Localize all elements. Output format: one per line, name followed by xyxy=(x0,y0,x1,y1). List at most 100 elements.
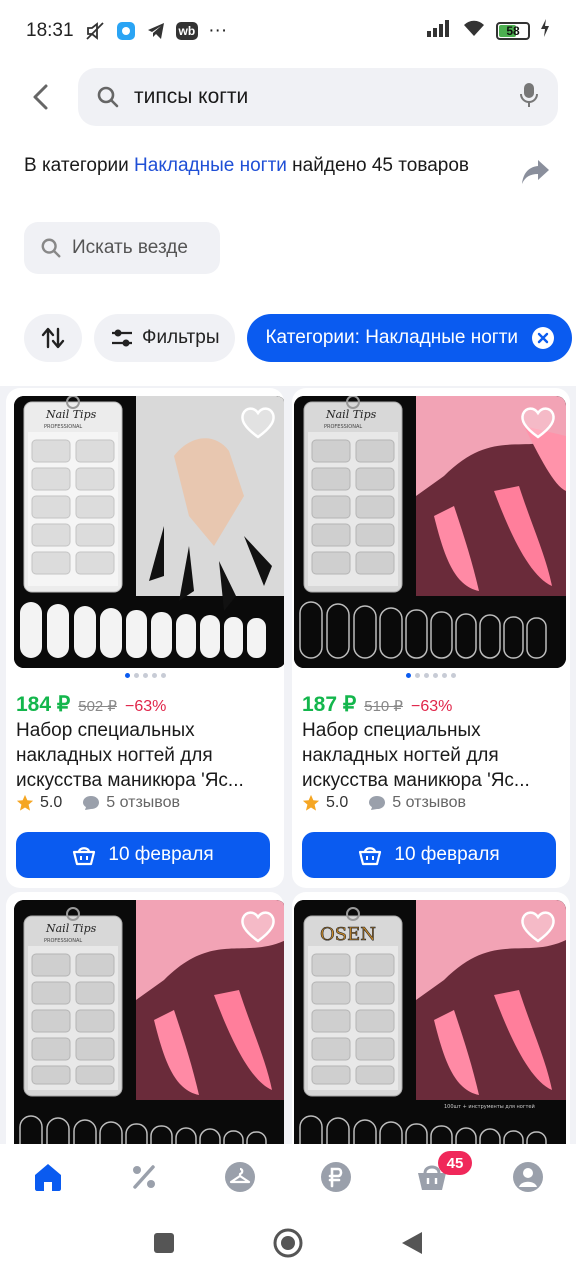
product-card[interactable]: Nail Tips PROFESSIONAL xyxy=(6,892,284,1144)
image-pagination-dots xyxy=(292,673,570,678)
reviews-count: 5 отзывов xyxy=(392,794,467,811)
percent-icon xyxy=(133,1165,155,1189)
delivery-date: 10 февраля xyxy=(394,844,500,865)
back-nav-button[interactable] xyxy=(400,1230,424,1261)
price-old: 502 ₽ xyxy=(78,698,117,715)
search-icon xyxy=(97,86,119,108)
rating-row: 5.0 5 отзывов xyxy=(16,794,180,812)
clock: 18:31 xyxy=(26,20,74,41)
category-chip[interactable]: Категории: Накладные ногти xyxy=(247,314,573,362)
close-icon[interactable] xyxy=(532,327,555,349)
share-button[interactable] xyxy=(520,158,550,191)
nav-catalog[interactable] xyxy=(220,1157,260,1197)
delivery-button[interactable]: 10 февраля xyxy=(16,832,270,878)
chevron-left-icon xyxy=(33,84,48,110)
price-row: 184 ₽ 502 ₽ −63% xyxy=(16,692,166,717)
discount-badge: −63% xyxy=(124,698,167,715)
product-card[interactable]: Nail Tips PROFESSIONAL 187 ₽ 510 ₽ −63% … xyxy=(292,388,570,888)
reviews[interactable]: 5 отзывов xyxy=(368,794,466,812)
telegram-icon xyxy=(146,21,166,41)
search-icon xyxy=(41,238,61,258)
wb-icon: wb xyxy=(175,22,199,40)
brand-logo: Nail Tips xyxy=(45,408,97,421)
filters-button[interactable]: Фильтры xyxy=(94,314,236,362)
brand-sub: PROFESSIONAL xyxy=(324,424,362,430)
signal-icon xyxy=(426,19,452,43)
system-navigation xyxy=(0,1210,576,1280)
wifi-icon xyxy=(462,19,486,43)
product-image[interactable]: Nail Tips PROFESSIONAL xyxy=(294,396,566,668)
discount-badge: −63% xyxy=(410,698,453,715)
delivery-button[interactable]: 10 февраля xyxy=(302,832,556,878)
status-bar: 18:31 wb ··· 58 xyxy=(0,0,576,62)
search-query: типсы когти xyxy=(134,85,249,108)
nav-wallet[interactable] xyxy=(316,1157,356,1197)
search-everywhere-label: Искать везде xyxy=(72,237,188,258)
comment-icon xyxy=(369,796,386,810)
cart-badge: 45 xyxy=(438,1151,472,1175)
results-info: В категории Накладные ногти найдено 45 т… xyxy=(24,154,484,178)
product-image[interactable]: Nail Tips PROFESSIONAL xyxy=(14,396,284,668)
battery-icon: 58 xyxy=(496,22,530,40)
favorite-heart-icon[interactable] xyxy=(240,406,276,445)
nav-promotions[interactable] xyxy=(124,1157,164,1197)
sliders-icon xyxy=(112,329,132,347)
product-image[interactable]: OSEN 100шт + инструменты для ногтей xyxy=(294,900,566,1144)
comment-icon xyxy=(83,796,100,810)
brand-logo: Nail Tips xyxy=(325,408,377,421)
nav-home[interactable] xyxy=(28,1157,68,1197)
rating-value: 5.0 xyxy=(326,794,349,811)
wb-icon-label: wb xyxy=(175,22,199,40)
category-chip-label: Категории: Накладные ногти xyxy=(265,327,519,348)
product-image[interactable]: Nail Tips PROFESSIONAL xyxy=(14,900,284,1144)
favorite-heart-icon[interactable] xyxy=(520,910,556,949)
back-button[interactable] xyxy=(26,80,56,114)
nav-profile[interactable] xyxy=(508,1157,548,1197)
info-prefix: В категории xyxy=(24,155,135,176)
reviews-count: 5 отзывов xyxy=(106,794,181,811)
app-icon xyxy=(116,21,136,41)
info-suffix: найдено 45 товаров xyxy=(286,155,469,176)
share-icon xyxy=(522,160,549,184)
brand-logo: OSEN xyxy=(320,924,376,945)
product-card[interactable]: OSEN 100шт + инструменты для ногтей xyxy=(292,892,570,1144)
star-icon xyxy=(16,794,34,811)
battery-level: 58 xyxy=(506,24,520,38)
product-title[interactable]: Набор специальных накладных ногтей для и… xyxy=(16,718,280,793)
nav-cart[interactable]: 45 xyxy=(412,1151,472,1197)
microphone-icon[interactable] xyxy=(518,82,540,113)
basket-icon xyxy=(359,847,382,866)
favorite-heart-icon[interactable] xyxy=(240,910,276,949)
reviews[interactable]: 5 отзывов xyxy=(82,794,180,812)
filter-chips: Фильтры Категории: Накладные ногти xyxy=(24,314,573,362)
rating-row: 5.0 5 отзывов xyxy=(302,794,466,812)
brand-sub: PROFESSIONAL xyxy=(44,424,82,430)
price-row: 187 ₽ 510 ₽ −63% xyxy=(302,692,452,717)
price-old: 510 ₽ xyxy=(364,698,403,715)
hanger-icon xyxy=(225,1162,255,1192)
charging-icon xyxy=(540,19,550,43)
category-link[interactable]: Накладные ногти xyxy=(134,155,287,176)
star-icon xyxy=(302,794,320,811)
product-title[interactable]: Набор специальных накладных ногтей для и… xyxy=(302,718,566,793)
price-current: 187 ₽ xyxy=(302,693,357,716)
sort-button[interactable] xyxy=(24,314,82,362)
product-card[interactable]: Nail Tips PROFESSIONAL 184 ₽ 502 ₽ −63% … xyxy=(6,388,284,888)
product-caption: 100шт + инструменты для ногтей xyxy=(444,1103,535,1110)
search-everywhere-button[interactable]: Искать везде xyxy=(24,222,220,274)
recent-apps-button[interactable] xyxy=(152,1231,176,1260)
delivery-date: 10 февраля xyxy=(108,844,214,865)
basket-icon xyxy=(73,847,96,866)
profile-icon xyxy=(513,1162,543,1192)
image-pagination-dots xyxy=(6,673,284,678)
price-current: 184 ₽ xyxy=(16,693,71,716)
home-icon xyxy=(35,1164,61,1191)
rating-value: 5.0 xyxy=(40,794,63,811)
ruble-icon xyxy=(321,1162,351,1192)
home-button[interactable] xyxy=(272,1227,304,1264)
filters-label: Фильтры xyxy=(142,327,220,348)
favorite-heart-icon[interactable] xyxy=(520,406,556,445)
bottom-navigation: 45 xyxy=(0,1144,576,1210)
search-input[interactable]: типсы когти xyxy=(78,68,558,126)
brand-logo: Nail Tips xyxy=(45,922,97,935)
